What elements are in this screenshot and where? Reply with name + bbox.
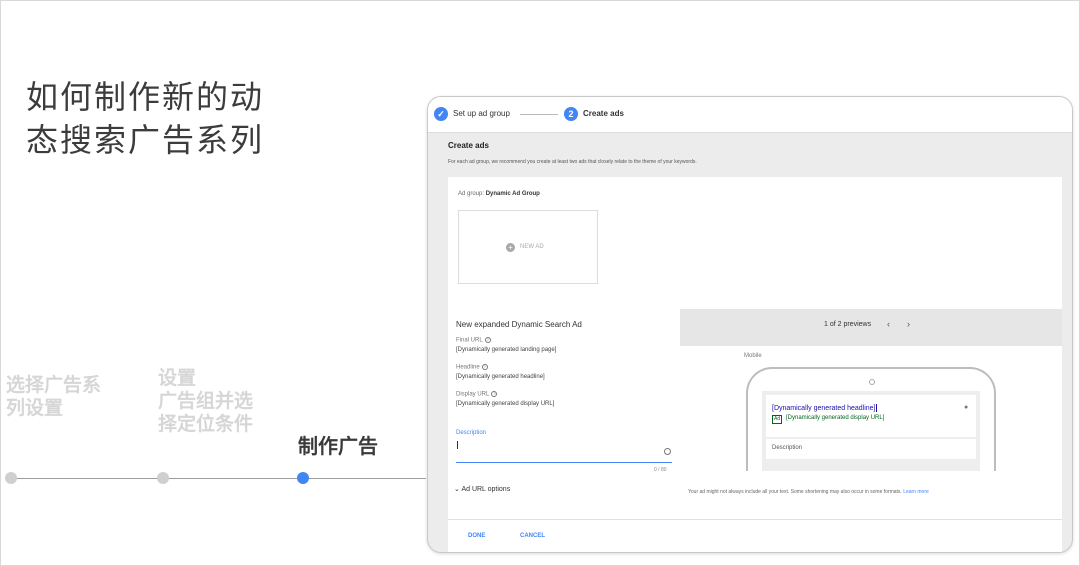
ad-preview-headline-text: [Dynamically generated headline]	[772, 404, 876, 412]
headline-value: [Dynamically generated headline]	[456, 374, 545, 380]
camera-icon	[869, 379, 875, 385]
timeline-line	[8, 478, 426, 479]
stepper: ✓ Set up ad group 2 Create ads	[428, 97, 1072, 133]
new-ad-label: NEW AD	[520, 244, 544, 250]
ad-group-label: Ad group: Dynamic Ad Group	[458, 191, 540, 197]
ad-form: New expanded Dynamic Search Ad Final URL…	[448, 309, 680, 519]
slide-title: 如何制作新的动 态搜索广告系列	[26, 76, 264, 162]
preview-panel: 1 of 2 previews ‹ › Mobile [Dynamically …	[680, 309, 1062, 519]
screenshot-frame: ✓ Set up ad group 2 Create ads Create ad…	[427, 96, 1073, 553]
preview-header: 1 of 2 previews ‹ ›	[680, 309, 1062, 346]
create-ads-title: Create ads	[448, 141, 489, 150]
ad-preview-description: Description	[772, 445, 803, 451]
info-icon[interactable]: ?	[481, 364, 488, 370]
form-footer: DONE CANCEL	[448, 519, 1062, 552]
stepper-step-2-label[interactable]: Create ads	[583, 109, 624, 118]
info-icon[interactable]: ?	[484, 337, 491, 343]
info-icon: ●	[964, 404, 969, 411]
timeline-dot-1	[5, 472, 17, 484]
timeline-dot-2	[157, 472, 169, 484]
slide-title-line-1: 如何制作新的动	[26, 78, 265, 116]
ad-group-name: Dynamic Ad Group	[485, 191, 540, 197]
done-button[interactable]: DONE	[468, 533, 485, 539]
ad-badge: Ad	[772, 415, 783, 424]
stepper-step-1-label[interactable]: Set up ad group	[453, 109, 510, 118]
ad-group-panel: Ad group: Dynamic Ad Group + NEW AD	[448, 177, 1062, 309]
final-url-value: [Dynamically generated landing page]	[456, 347, 557, 353]
final-url-label: Final URL?	[456, 337, 491, 344]
create-ads-subtitle: For each ad group, we recommend you crea…	[448, 159, 697, 165]
display-url-label: Display URL?	[456, 391, 498, 398]
chevron-left-icon[interactable]: ‹	[887, 319, 890, 329]
preview-count: 1 of 2 previews	[824, 321, 872, 328]
phone-mockup: [Dynamically generated headline] Ad [Dyn…	[746, 367, 996, 471]
emoji-icon[interactable]	[664, 448, 671, 455]
preview-note-text: Your ad might not always include all you…	[688, 489, 902, 495]
chevron-right-icon[interactable]: ›	[907, 319, 910, 329]
ad-preview-headline: [Dynamically generated headline]	[772, 404, 877, 412]
headline-label-text: Headline	[456, 364, 480, 371]
mobile-label: Mobile	[744, 353, 762, 359]
step-3-label: 制作广告	[298, 434, 378, 458]
step-2-line-1: 设置	[158, 367, 197, 389]
info-icon[interactable]: ?	[491, 391, 498, 397]
cancel-button[interactable]: CANCEL	[520, 533, 545, 539]
step-2-line-3: 择定位条件	[158, 413, 254, 435]
ad-url-options-toggle[interactable]: ⌄ Ad URL options	[454, 485, 510, 493]
ad-group-label-prefix: Ad group:	[458, 191, 485, 197]
description-underline	[456, 462, 672, 463]
headline-label: Headline?	[456, 364, 488, 371]
chevron-down-icon: ⌄	[454, 486, 460, 493]
final-url-label-text: Final URL	[456, 337, 483, 344]
stepper-connector	[520, 114, 558, 115]
step-1-line-2: 列设置	[6, 397, 64, 419]
preview-note: Your ad might not always include all you…	[688, 489, 1056, 496]
check-icon: ✓	[434, 107, 448, 121]
plus-icon: +	[506, 243, 515, 252]
step-2-line-2: 广告组并选	[158, 390, 254, 412]
new-ad-button[interactable]: + NEW AD	[458, 210, 598, 284]
description-label: Description	[456, 430, 487, 436]
step-1-label: 选择广告系 列设置	[6, 374, 101, 420]
step-2-label: 设置 广告组并选 择定位条件	[158, 367, 253, 436]
text-cursor	[875, 404, 877, 412]
timeline-dot-3-active	[297, 472, 309, 484]
ad-preview-display-url: [Dynamically generated display URL]	[786, 415, 885, 421]
ad-preview-description-card: Description	[766, 439, 976, 459]
step-1-line-1: 选择广告系	[6, 374, 102, 396]
slide-title-line-2: 态搜索广告系列	[26, 121, 265, 159]
ad-url-options-label: Ad URL options	[461, 486, 511, 493]
learn-more-link[interactable]: Learn more	[903, 489, 929, 495]
description-input[interactable]	[457, 441, 458, 449]
display-url-value: [Dynamically generated display URL]	[456, 401, 555, 407]
description-char-count: 0 / 80	[654, 467, 667, 473]
display-url-label-text: Display URL	[456, 391, 490, 398]
form-title: New expanded Dynamic Search Ad	[456, 320, 582, 329]
ad-preview-card: [Dynamically generated headline] Ad [Dyn…	[766, 395, 976, 437]
phone-screen: [Dynamically generated headline] Ad [Dyn…	[762, 391, 980, 471]
stepper-step-2-number: 2	[564, 107, 578, 121]
